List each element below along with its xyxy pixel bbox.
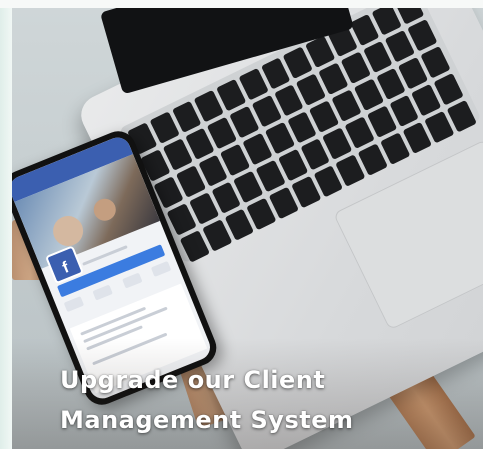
photo-frame: f Upgrade our Client Management System <box>0 0 483 457</box>
top-edge <box>0 0 483 8</box>
bottom-edge <box>0 449 483 457</box>
promo-caption: Upgrade our Client Management System <box>60 360 460 440</box>
caption-line-2: Management System <box>60 406 354 434</box>
caption-line-1: Upgrade our Client <box>60 366 326 394</box>
